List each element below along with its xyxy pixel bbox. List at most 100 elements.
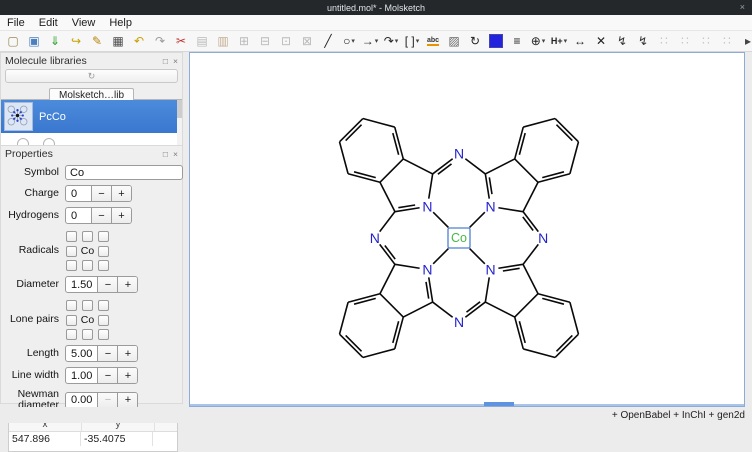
- bond[interactable]: [465, 159, 485, 174]
- dropdown-caret-icon[interactable]: ▾: [375, 38, 379, 45]
- delete-tool-button[interactable]: ✕: [593, 32, 609, 50]
- toolbar-overflow-button[interactable]: ▸: [740, 32, 752, 50]
- bond[interactable]: [340, 334, 363, 357]
- refresh-libraries-button[interactable]: ↻: [5, 69, 178, 83]
- diameter-plus-button[interactable]: +: [117, 277, 137, 292]
- drawing-canvas[interactable]: CoNNNNNNNN: [189, 52, 745, 407]
- line-width-minus-button[interactable]: −: [97, 368, 117, 383]
- diameter-minus-button[interactable]: −: [97, 277, 117, 292]
- radicals-checkbox[interactable]: [82, 231, 93, 242]
- length-value[interactable]: 5.00: [66, 346, 97, 361]
- atom-label-n[interactable]: N: [454, 314, 464, 330]
- line-width-plus-button[interactable]: +: [117, 368, 137, 383]
- lone-pairs-checkbox[interactable]: [98, 329, 109, 340]
- window-close-icon[interactable]: ×: [740, 1, 745, 14]
- new-file-button[interactable]: ▢: [5, 32, 21, 50]
- bond[interactable]: [380, 294, 403, 317]
- radicals-checkbox[interactable]: [98, 246, 109, 257]
- bond[interactable]: [433, 249, 448, 264]
- atom-label-n[interactable]: N: [485, 198, 495, 214]
- radicals-checkbox[interactable]: [98, 260, 109, 271]
- bond[interactable]: [570, 302, 579, 334]
- bond[interactable]: [489, 177, 492, 194]
- charge-value[interactable]: 0: [66, 186, 91, 201]
- bond[interactable]: [515, 294, 538, 317]
- bond[interactable]: [433, 302, 453, 317]
- undo-button[interactable]: ↶: [131, 32, 147, 50]
- save-as-file-button[interactable]: ↪: [68, 32, 84, 50]
- bond[interactable]: [380, 244, 395, 264]
- bond[interactable]: [555, 334, 578, 357]
- menu-help[interactable]: Help: [102, 17, 139, 29]
- close-panel-icon[interactable]: ×: [173, 149, 178, 159]
- atom-label-n[interactable]: N: [422, 261, 432, 277]
- atom-label-n[interactable]: N: [370, 230, 380, 246]
- bond[interactable]: [555, 119, 578, 142]
- line-width-tool-button[interactable]: ≡: [509, 32, 525, 50]
- coordinates-data-row[interactable]: 547.896-35.4075: [9, 432, 177, 446]
- bond[interactable]: [485, 277, 489, 302]
- open-file-button[interactable]: ▣: [26, 32, 42, 50]
- hydrogen-flip-tool-button[interactable]: ↔: [572, 32, 588, 50]
- coordinate-x-value[interactable]: 547.896: [9, 432, 81, 446]
- charge-minus-button[interactable]: −: [91, 186, 111, 201]
- bond[interactable]: [380, 159, 403, 182]
- redo-button[interactable]: ↷: [152, 32, 168, 50]
- menu-edit[interactable]: Edit: [32, 17, 65, 29]
- bond[interactable]: [523, 119, 555, 128]
- rotate-tool-button[interactable]: ↻: [467, 32, 483, 50]
- bond[interactable]: [429, 174, 433, 199]
- charge-tool-button[interactable]: ⊕▾: [530, 32, 546, 50]
- coordinate-y-value[interactable]: -35.4075: [81, 432, 153, 446]
- atom-label-n[interactable]: N: [454, 146, 464, 162]
- draw-tool-button[interactable]: ╱: [320, 32, 336, 50]
- dropdown-caret-icon[interactable]: ▾: [564, 38, 568, 45]
- close-panel-icon[interactable]: ×: [173, 56, 178, 66]
- bond[interactable]: [470, 249, 485, 264]
- arrow-tool-button[interactable]: →▾: [362, 32, 378, 50]
- bond[interactable]: [523, 349, 555, 358]
- atom-label-n[interactable]: N: [422, 198, 432, 214]
- menu-view[interactable]: View: [65, 17, 103, 29]
- bond[interactable]: [380, 182, 395, 211]
- radicals-checkbox[interactable]: [66, 231, 77, 242]
- radicals-checkbox[interactable]: [98, 231, 109, 242]
- bond[interactable]: [363, 349, 395, 358]
- length-minus-button[interactable]: −: [97, 346, 117, 361]
- newman-diameter-value[interactable]: 0.00: [66, 393, 97, 408]
- bond[interactable]: [465, 302, 485, 317]
- mechanism-arrow-tool-button[interactable]: ↯: [614, 32, 630, 50]
- bond[interactable]: [380, 212, 395, 232]
- lone-pairs-checkbox[interactable]: [98, 300, 109, 311]
- bond[interactable]: [523, 212, 538, 232]
- dropdown-caret-icon[interactable]: ▾: [351, 38, 355, 45]
- atom-label-co[interactable]: Co: [451, 231, 467, 245]
- bond[interactable]: [363, 119, 395, 128]
- bond[interactable]: [470, 212, 485, 227]
- ring-tool-button[interactable]: ○▾: [341, 32, 357, 50]
- dropdown-caret-icon[interactable]: ▾: [416, 38, 420, 45]
- radicals-checkbox[interactable]: [66, 246, 77, 257]
- symbol-input[interactable]: [65, 165, 183, 180]
- bond[interactable]: [426, 282, 429, 299]
- curved-arrow-tool-button[interactable]: ↷▾: [383, 32, 399, 50]
- library-item-pcco[interactable]: PcCo: [1, 100, 182, 133]
- text-tool-button[interactable]: abc: [425, 32, 441, 50]
- lone-pairs-checkbox[interactable]: [66, 315, 77, 326]
- bond[interactable]: [485, 159, 514, 174]
- bond[interactable]: [403, 159, 432, 174]
- color-swatch-button[interactable]: [488, 32, 504, 50]
- atom-label-n[interactable]: N: [485, 261, 495, 277]
- bond[interactable]: [523, 264, 538, 293]
- diameter-value[interactable]: 1.50: [66, 277, 97, 292]
- bond[interactable]: [340, 302, 349, 334]
- lone-pairs-checkbox[interactable]: [98, 315, 109, 326]
- bond[interactable]: [515, 159, 538, 182]
- radicals-checkbox[interactable]: [82, 260, 93, 271]
- bond[interactable]: [403, 302, 432, 317]
- bond[interactable]: [380, 264, 395, 293]
- mechanism-arrow-tool-2-button[interactable]: ↯: [635, 32, 651, 50]
- library-scrollbar[interactable]: [177, 100, 182, 146]
- float-panel-icon[interactable]: □: [163, 149, 168, 159]
- lone-pairs-checkbox[interactable]: [66, 329, 77, 340]
